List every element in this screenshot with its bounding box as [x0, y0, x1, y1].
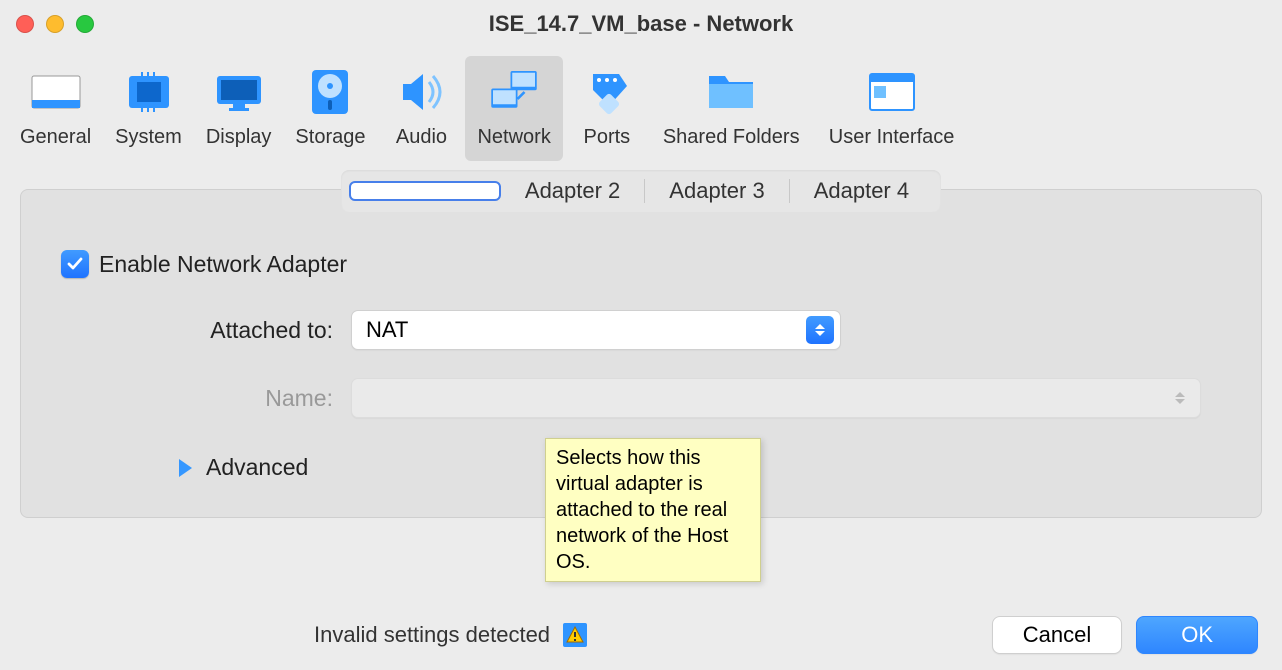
tab-adapter-4[interactable]: Adapter 4 — [790, 172, 933, 210]
toolbar-item-ports[interactable]: Ports — [563, 56, 651, 161]
disclosure-triangle-icon — [179, 459, 192, 477]
warning-icon[interactable] — [562, 622, 588, 648]
enable-adapter-row: Enable Network Adapter — [61, 250, 1221, 278]
checkmark-icon — [66, 255, 84, 273]
titlebar: ISE_14.7_VM_base - Network — [0, 0, 1282, 48]
zoom-window-button[interactable] — [76, 15, 94, 33]
name-row: Name: — [61, 378, 1221, 418]
select-stepper-icon — [1166, 384, 1194, 412]
tab-adapter-2[interactable]: Adapter 2 — [501, 172, 644, 210]
toolbar-item-audio[interactable]: Audio — [377, 56, 465, 161]
toolbar-label: User Interface — [829, 126, 955, 149]
toolbar-item-general[interactable]: General — [8, 56, 103, 161]
toolbar-label: General — [20, 126, 91, 149]
tab-adapter-3[interactable]: Adapter 3 — [645, 172, 788, 210]
toolbar-item-network[interactable]: Network — [465, 56, 562, 161]
storage-icon — [302, 64, 358, 120]
footer: Invalid settings detected Cancel OK — [0, 614, 1282, 670]
cancel-button[interactable]: Cancel — [992, 616, 1122, 654]
toolbar-label: Storage — [295, 126, 365, 149]
close-window-button[interactable] — [16, 15, 34, 33]
system-icon — [121, 64, 177, 120]
toolbar-item-storage[interactable]: Storage — [283, 56, 377, 161]
display-icon — [211, 64, 267, 120]
audio-icon — [393, 64, 449, 120]
toolbar-item-user-interface[interactable]: User Interface — [812, 56, 972, 161]
attached-to-value: NAT — [366, 317, 408, 343]
general-icon — [28, 64, 84, 120]
toolbar-label: System — [115, 126, 182, 149]
network-icon — [486, 64, 542, 120]
toolbar-label: Network — [477, 126, 550, 149]
attached-to-label: Attached to: — [61, 317, 351, 344]
toolbar-label: Ports — [584, 126, 631, 149]
user-interface-icon — [864, 64, 920, 120]
advanced-label: Advanced — [206, 454, 308, 481]
enable-adapter-label: Enable Network Adapter — [99, 251, 347, 278]
toolbar-item-system[interactable]: System — [103, 56, 194, 161]
window-title: ISE_14.7_VM_base - Network — [0, 11, 1282, 37]
toolbar-label: Display — [206, 126, 272, 149]
attached-to-row: Attached to: NAT — [61, 310, 1221, 350]
adapter-tabs: Adapter 2 Adapter 3 Adapter 4 — [21, 170, 1261, 212]
ok-button[interactable]: OK — [1136, 616, 1258, 654]
toolbar-label: Audio — [396, 126, 447, 149]
minimize-window-button[interactable] — [46, 15, 64, 33]
toolbar-item-display[interactable]: Display — [194, 56, 284, 161]
window-controls — [16, 15, 94, 33]
shared-folders-icon — [703, 64, 759, 120]
toolbar-item-shared-folders[interactable]: Shared Folders — [651, 56, 812, 161]
name-label: Name: — [61, 385, 351, 412]
invalid-settings-text: Invalid settings detected — [314, 622, 550, 648]
attached-to-select[interactable]: NAT — [351, 310, 841, 350]
enable-adapter-checkbox[interactable] — [61, 250, 89, 278]
attached-to-tooltip: Selects how this virtual adapter is atta… — [545, 438, 761, 582]
ports-icon — [579, 64, 635, 120]
select-stepper-icon — [806, 316, 834, 344]
name-select — [351, 378, 1201, 418]
settings-toolbar: General System Display — [0, 48, 1282, 161]
tab-adapter-1[interactable] — [349, 181, 501, 201]
toolbar-label: Shared Folders — [663, 126, 800, 149]
